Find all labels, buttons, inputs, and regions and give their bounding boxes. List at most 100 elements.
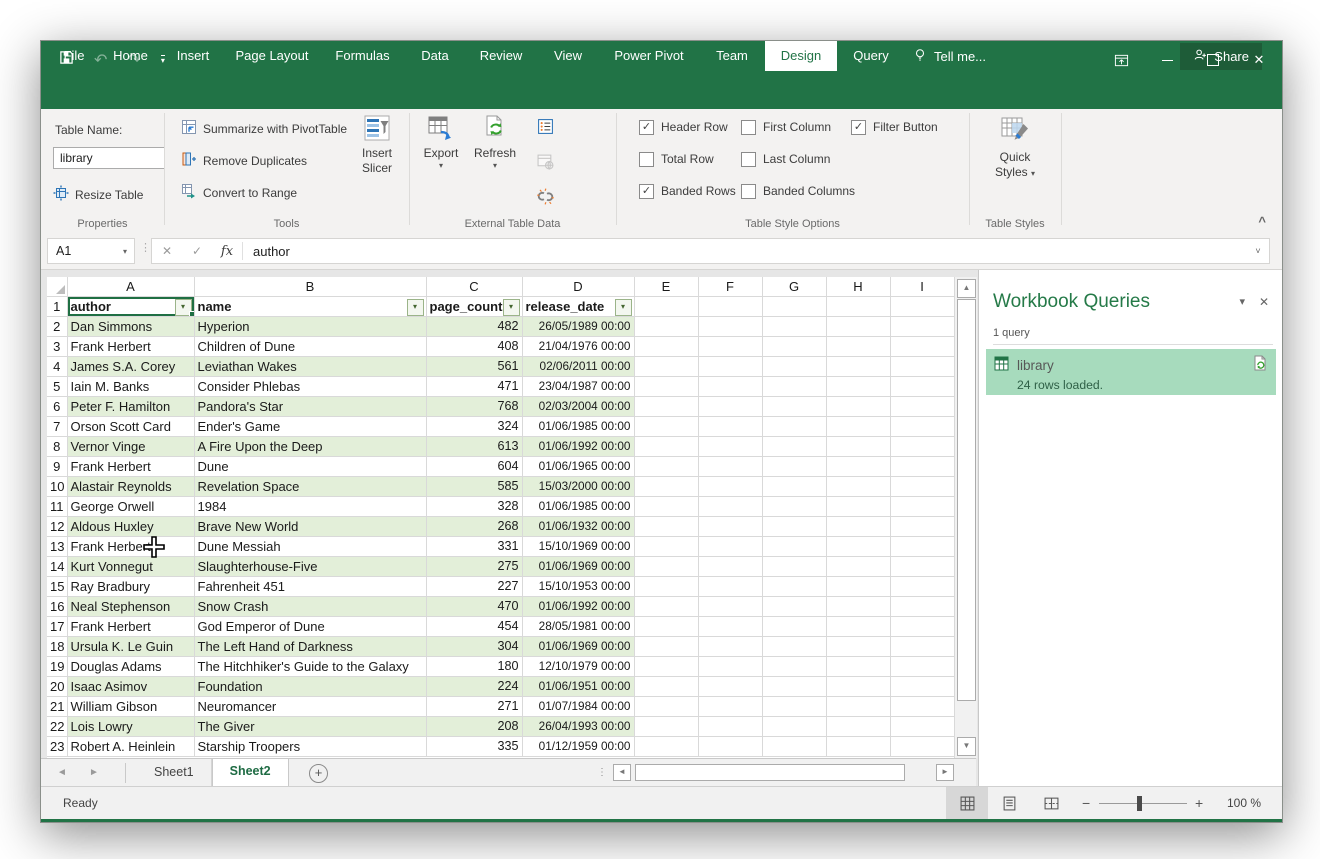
empty-cell[interactable] — [634, 537, 698, 557]
empty-cell[interactable] — [698, 577, 762, 597]
table-header-page_count[interactable]: page_count▾ — [426, 297, 522, 317]
cell[interactable]: Douglas Adams — [67, 657, 194, 677]
empty-cell[interactable] — [890, 577, 954, 597]
cell[interactable]: Lois Lowry — [67, 717, 194, 737]
empty-cell[interactable] — [890, 597, 954, 617]
cell[interactable]: Dan Simmons — [67, 317, 194, 337]
empty-cell[interactable] — [762, 617, 826, 637]
empty-cell[interactable] — [698, 617, 762, 637]
column-header-d[interactable]: D — [522, 277, 634, 297]
empty-cell[interactable] — [634, 577, 698, 597]
empty-cell[interactable] — [890, 717, 954, 737]
sheet-tab-sheet1[interactable]: Sheet1 — [137, 759, 212, 787]
row-header-6[interactable]: 6 — [47, 397, 67, 417]
formula-bar-splitter[interactable]: ⋮ — [140, 241, 151, 254]
horizontal-scrollbar[interactable]: ◄ ► — [613, 764, 954, 781]
empty-cell[interactable] — [698, 317, 762, 337]
horizontal-scrollbar-thumb[interactable] — [635, 764, 905, 781]
cancel-icon[interactable]: ✕ — [152, 244, 182, 258]
header-row-checkbox[interactable]: ✓ — [639, 120, 654, 135]
normal-view-button[interactable] — [946, 787, 988, 820]
tab-power-pivot[interactable]: Power Pivot — [599, 41, 699, 71]
empty-cell[interactable] — [634, 697, 698, 717]
column-header-b[interactable]: B — [194, 277, 426, 297]
ribbon-display-options-button[interactable] — [1098, 41, 1144, 79]
tab-view[interactable]: View — [537, 41, 599, 71]
empty-cell[interactable] — [890, 357, 954, 377]
cell[interactable]: Orson Scott Card — [67, 417, 194, 437]
sheet-tab-sheet2[interactable]: Sheet2 — [212, 759, 289, 789]
panel-close-icon[interactable]: ✕ — [1259, 295, 1269, 309]
cell[interactable]: 26/05/1989 00:00 — [522, 317, 634, 337]
empty-cell[interactable] — [826, 477, 890, 497]
checkbox-banded-rows[interactable]: ✓Banded Rows — [639, 181, 736, 201]
select-all-button[interactable] — [47, 277, 67, 297]
row-header-8[interactable]: 8 — [47, 437, 67, 457]
cell[interactable]: 01/07/1984 00:00 — [522, 697, 634, 717]
unlink-icon[interactable] — [537, 188, 554, 210]
empty-cell[interactable] — [634, 517, 698, 537]
empty-cell[interactable] — [634, 317, 698, 337]
empty-cell[interactable] — [826, 677, 890, 697]
cell[interactable]: The Giver — [194, 717, 426, 737]
cell[interactable]: Iain M. Banks — [67, 377, 194, 397]
row-header-1[interactable]: 1 — [47, 297, 67, 317]
empty-cell[interactable] — [890, 677, 954, 697]
empty-cell[interactable] — [826, 577, 890, 597]
scroll-up-arrow[interactable]: ▲ — [957, 279, 976, 298]
cell[interactable]: Consider Phlebas — [194, 377, 426, 397]
empty-cell[interactable] — [890, 377, 954, 397]
tab-home[interactable]: Home — [99, 41, 162, 71]
enter-icon[interactable]: ✓ — [182, 244, 212, 258]
panel-dropdown-arrow[interactable]: ▾ — [1239, 295, 1245, 308]
row-header-9[interactable]: 9 — [47, 457, 67, 477]
empty-cell[interactable] — [826, 497, 890, 517]
cell[interactable]: 02/06/2011 00:00 — [522, 357, 634, 377]
collapse-ribbon-button[interactable]: ^ — [1258, 214, 1266, 229]
empty-cell[interactable] — [762, 737, 826, 757]
cell[interactable]: 613 — [426, 437, 522, 457]
cell[interactable]: 01/06/1969 00:00 — [522, 637, 634, 657]
empty-cell[interactable] — [890, 697, 954, 717]
cell[interactable]: 15/10/1969 00:00 — [522, 537, 634, 557]
zoom-slider-track[interactable] — [1099, 803, 1187, 804]
empty-cell[interactable] — [698, 697, 762, 717]
cell[interactable]: 01/06/1985 00:00 — [522, 417, 634, 437]
insert-function-icon[interactable]: fx — [212, 244, 242, 259]
row-header-20[interactable]: 20 — [47, 677, 67, 697]
empty-cell[interactable] — [634, 437, 698, 457]
column-header-i[interactable]: I — [890, 277, 954, 297]
row-header-5[interactable]: 5 — [47, 377, 67, 397]
empty-cell[interactable] — [698, 397, 762, 417]
empty-cell[interactable] — [762, 537, 826, 557]
checkbox-total-row[interactable]: Total Row — [639, 149, 736, 169]
row-header-2[interactable]: 2 — [47, 317, 67, 337]
column-header-h[interactable]: H — [826, 277, 890, 297]
cell[interactable]: Frank Herbert — [67, 617, 194, 637]
column-header-a[interactable]: A — [67, 277, 194, 297]
table-header-name[interactable]: name▾ — [194, 297, 426, 317]
empty-cell[interactable] — [762, 517, 826, 537]
checkbox-last-column[interactable]: Last Column — [741, 149, 855, 169]
cell[interactable]: Revelation Space — [194, 477, 426, 497]
cell[interactable]: 15/03/2000 00:00 — [522, 477, 634, 497]
convert-to-range-button[interactable]: Convert to Range — [177, 181, 301, 205]
expand-formula-bar-icon[interactable]: ˅ — [1247, 246, 1269, 256]
empty-cell[interactable] — [762, 677, 826, 697]
remove-duplicates-button[interactable]: Remove Duplicates — [177, 149, 311, 173]
page-layout-view-button[interactable] — [988, 787, 1030, 820]
cell[interactable]: Robert A. Heinlein — [67, 737, 194, 757]
cell[interactable]: Frank Herbert — [67, 337, 194, 357]
row-header-23[interactable]: 23 — [47, 737, 67, 757]
empty-cell[interactable] — [698, 677, 762, 697]
query-sheet-icon[interactable] — [1252, 355, 1268, 376]
cell[interactable]: 268 — [426, 517, 522, 537]
row-header-15[interactable]: 15 — [47, 577, 67, 597]
row-header-12[interactable]: 12 — [47, 517, 67, 537]
cell[interactable]: Isaac Asimov — [67, 677, 194, 697]
empty-cell[interactable] — [634, 357, 698, 377]
cell[interactable]: Neal Stephenson — [67, 597, 194, 617]
empty-cell[interactable] — [698, 737, 762, 757]
empty-cell[interactable] — [634, 657, 698, 677]
empty-cell[interactable] — [762, 377, 826, 397]
